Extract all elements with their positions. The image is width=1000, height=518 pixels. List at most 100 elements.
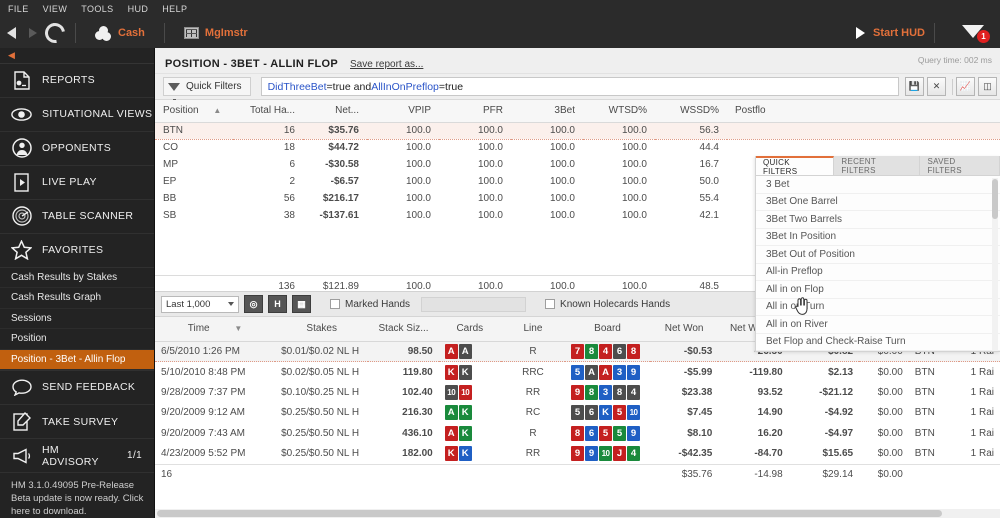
known-holecards-checkbox[interactable] (545, 299, 556, 309)
cell-net-won-bb: 14.90 (757, 407, 783, 419)
funnel-icon[interactable]: 1 (962, 24, 990, 56)
marked-hands-input[interactable] (421, 296, 527, 312)
quick-filter-item[interactable]: All in on Turn (756, 299, 1000, 316)
player-tab[interactable]: MgImstr (174, 18, 258, 48)
quick-filter-item[interactable]: 3Bet In Position (756, 229, 1000, 246)
sidebar-item-opponents[interactable]: OPPONENTS (0, 132, 154, 166)
quick-filter-item[interactable]: Bet Flop and Check-Raise Turn (756, 334, 1000, 351)
hands-col-net-won[interactable]: Net Won (649, 317, 719, 342)
cell-wtsd: 100.0 (621, 210, 647, 221)
known-holecards-checkbox-group[interactable]: Known Holecards Hands (545, 299, 670, 310)
stats-col-wtsd[interactable]: WTSD% (583, 100, 655, 123)
cell-net-won: $23.38 (681, 386, 713, 398)
board-card: 8 (571, 425, 585, 441)
quick-filter-item[interactable]: All in on Flop (756, 281, 1000, 299)
stats-col-total-hands[interactable]: Total Ha... (233, 100, 303, 123)
stats-col-3bet[interactable]: 3Bet (511, 100, 583, 123)
sidebar-item-favorites[interactable]: FAVORITES (0, 234, 154, 268)
hands-col-stakes[interactable]: Stakes (275, 317, 369, 342)
quick-filter-item[interactable]: 3 Bet (756, 176, 1000, 194)
clear-filter-icon[interactable]: ✕ (927, 77, 946, 96)
sidebar-item-sessions[interactable]: Sessions (0, 309, 154, 330)
back-arrow-icon[interactable] (0, 18, 22, 48)
play-icon[interactable] (856, 27, 866, 39)
hands-col-cards[interactable]: Cards (438, 317, 501, 342)
table-row[interactable]: 9/28/2009 7:37 PM $0.10/$0.25 NL H 102.40 1… (155, 382, 1000, 403)
stats-col-pfr[interactable]: PFR (439, 100, 511, 123)
menu-item-tools[interactable]: TOOLS (81, 4, 113, 14)
cell-stakes: $0.25/$0.50 NL H (281, 427, 360, 439)
save-report-as-link[interactable]: Save report as... (350, 59, 423, 70)
quick-filter-item[interactable]: 3Bet Two Barrels (756, 211, 1000, 229)
sidebar-item-send-feedback[interactable]: SEND FEEDBACK (0, 371, 154, 405)
marked-hands-checkbox[interactable] (330, 299, 340, 309)
filter-bar: Quick Filters DidThreeBet =true and AllIn… (155, 74, 1000, 102)
cell-wtsd: 100.0 (621, 176, 647, 187)
quick-filters-button[interactable]: Quick Filters (163, 77, 251, 102)
horizontal-scroll-thumb[interactable] (157, 510, 942, 517)
stats-col-postflop[interactable]: Postflo (727, 100, 1000, 123)
sidebar-item-take-survey[interactable]: TAKE SURVEY (0, 405, 154, 440)
stats-col-wssd[interactable]: WSSD% (655, 100, 727, 123)
cell-net: $44.72 (328, 142, 359, 154)
menu-item-view[interactable]: VIEW (43, 4, 68, 14)
hand-range-select[interactable]: Last 1,000 (161, 295, 239, 313)
menu-item-hud[interactable]: HUD (128, 4, 149, 14)
tab-recent-filters[interactable]: RECENT FILTERS (834, 156, 921, 175)
hands-col-line[interactable]: Line (500, 317, 566, 342)
table-row[interactable]: 9/20/2009 9:12 AM $0.25/$0.50 NL H 216.30 A… (155, 403, 1000, 424)
sidebar-item-cash-results-by-stakes[interactable]: Cash Results by Stakes (0, 268, 154, 289)
refresh-icon[interactable] (41, 18, 69, 48)
sidebar-item-table-scanner[interactable]: TABLE SCANNER (0, 200, 154, 234)
sidebar-item-position-3bet-allin-flop[interactable]: Position - 3Bet - Allin Flop (0, 349, 154, 370)
save-filter-icon[interactable]: 💾 (905, 77, 924, 96)
page-title: POSITION - 3BET - ALLIN FLOP (165, 58, 338, 70)
hand-history-icon[interactable]: H (268, 295, 287, 313)
hands-col-stack-size[interactable]: Stack Siz... (368, 317, 439, 342)
columns-icon[interactable]: ◫ (978, 77, 997, 96)
board-card: 5 (613, 425, 627, 441)
hole-card: K (458, 446, 472, 461)
sidebar-item-reports[interactable]: REPORTS (0, 64, 154, 98)
stats-col-net[interactable]: Net... (303, 100, 367, 123)
sidebar-item-live-play[interactable]: LIVE PLAY (0, 166, 154, 200)
forward-arrow-icon[interactable] (22, 18, 44, 48)
sidebar-collapse-button[interactable]: ◀ (0, 48, 154, 64)
board-card: 9 (571, 446, 585, 461)
sidebar-item-situational-views[interactable]: SITUATIONAL VIEWS (0, 98, 154, 132)
quick-filter-item[interactable]: All-in Preflop (756, 264, 1000, 281)
table-row[interactable]: CO 18 $44.72 100.0 100.0 100.0 100.0 44.4 (155, 139, 1000, 156)
cell-time: 5/10/2010 8:48 PM (161, 366, 246, 378)
cell-vpip: 100.0 (405, 142, 431, 154)
stats-col-vpip[interactable]: VPIP (367, 100, 439, 123)
replayer-icon[interactable]: ◎ (244, 295, 263, 313)
table-row[interactable]: BTN 16 $35.76 100.0 100.0 100.0 100.0 56.3 (155, 121, 1000, 140)
stats-col-position[interactable]: Position ▲ (155, 100, 233, 123)
grid-view-icon[interactable]: ▦ (292, 295, 311, 313)
tab-saved-filters[interactable]: SAVED FILTERS (920, 156, 1000, 175)
start-hud-button[interactable]: Start HUD (873, 27, 925, 39)
cash-tab[interactable]: Cash (85, 18, 155, 48)
menu-item-file[interactable]: FILE (8, 4, 29, 14)
graph-icon[interactable]: 📈 (956, 77, 975, 96)
marked-hands-checkbox-group[interactable]: Marked Hands (330, 296, 527, 312)
hands-total-row: 16 $35.76 -14.98 $29.14 $0.00 (155, 463, 1000, 485)
horizontal-scrollbar[interactable] (155, 509, 1000, 518)
hands-col-board[interactable]: Board (565, 317, 650, 342)
application-window: FILE VIEW TOOLS HUD HELP Cash MgImstr St… (0, 0, 1000, 518)
sidebar-item-cash-results-graph[interactable]: Cash Results Graph (0, 288, 154, 309)
table-row[interactable]: 5/10/2010 8:48 PM $0.02/$0.05 NL H 119.80 K… (155, 362, 1000, 383)
tab-quick-filters[interactable]: QUICK FILTERS (756, 156, 835, 176)
quick-filter-item[interactable]: All in on River (756, 316, 1000, 334)
sidebar-item-hm-advisory[interactable]: HM ADVISORY 1/1 (0, 439, 154, 474)
sidebar-item-position[interactable]: Position (0, 329, 154, 350)
table-row[interactable]: 4/23/2009 5:52 PM $0.25/$0.50 NL H 182.00 K… (155, 444, 1000, 465)
quick-filter-item[interactable]: 3Bet One Barrel (756, 194, 1000, 211)
table-row[interactable]: 9/20/2009 7:43 AM $0.25/$0.50 NL H 436.10 A… (155, 423, 1000, 444)
quick-filter-scroll-thumb[interactable] (992, 179, 998, 219)
hands-col-time[interactable]: Time ▼ (155, 317, 276, 342)
menu-item-help[interactable]: HELP (162, 4, 187, 14)
filter-expression-input[interactable]: DidThreeBet =true and AllInOnPreflop =true (260, 77, 899, 96)
quick-filter-item[interactable]: 3Bet Out of Position (756, 246, 1000, 264)
advisory-text[interactable]: HM 3.1.0.49095 Pre-Release Beta update i… (0, 473, 154, 518)
